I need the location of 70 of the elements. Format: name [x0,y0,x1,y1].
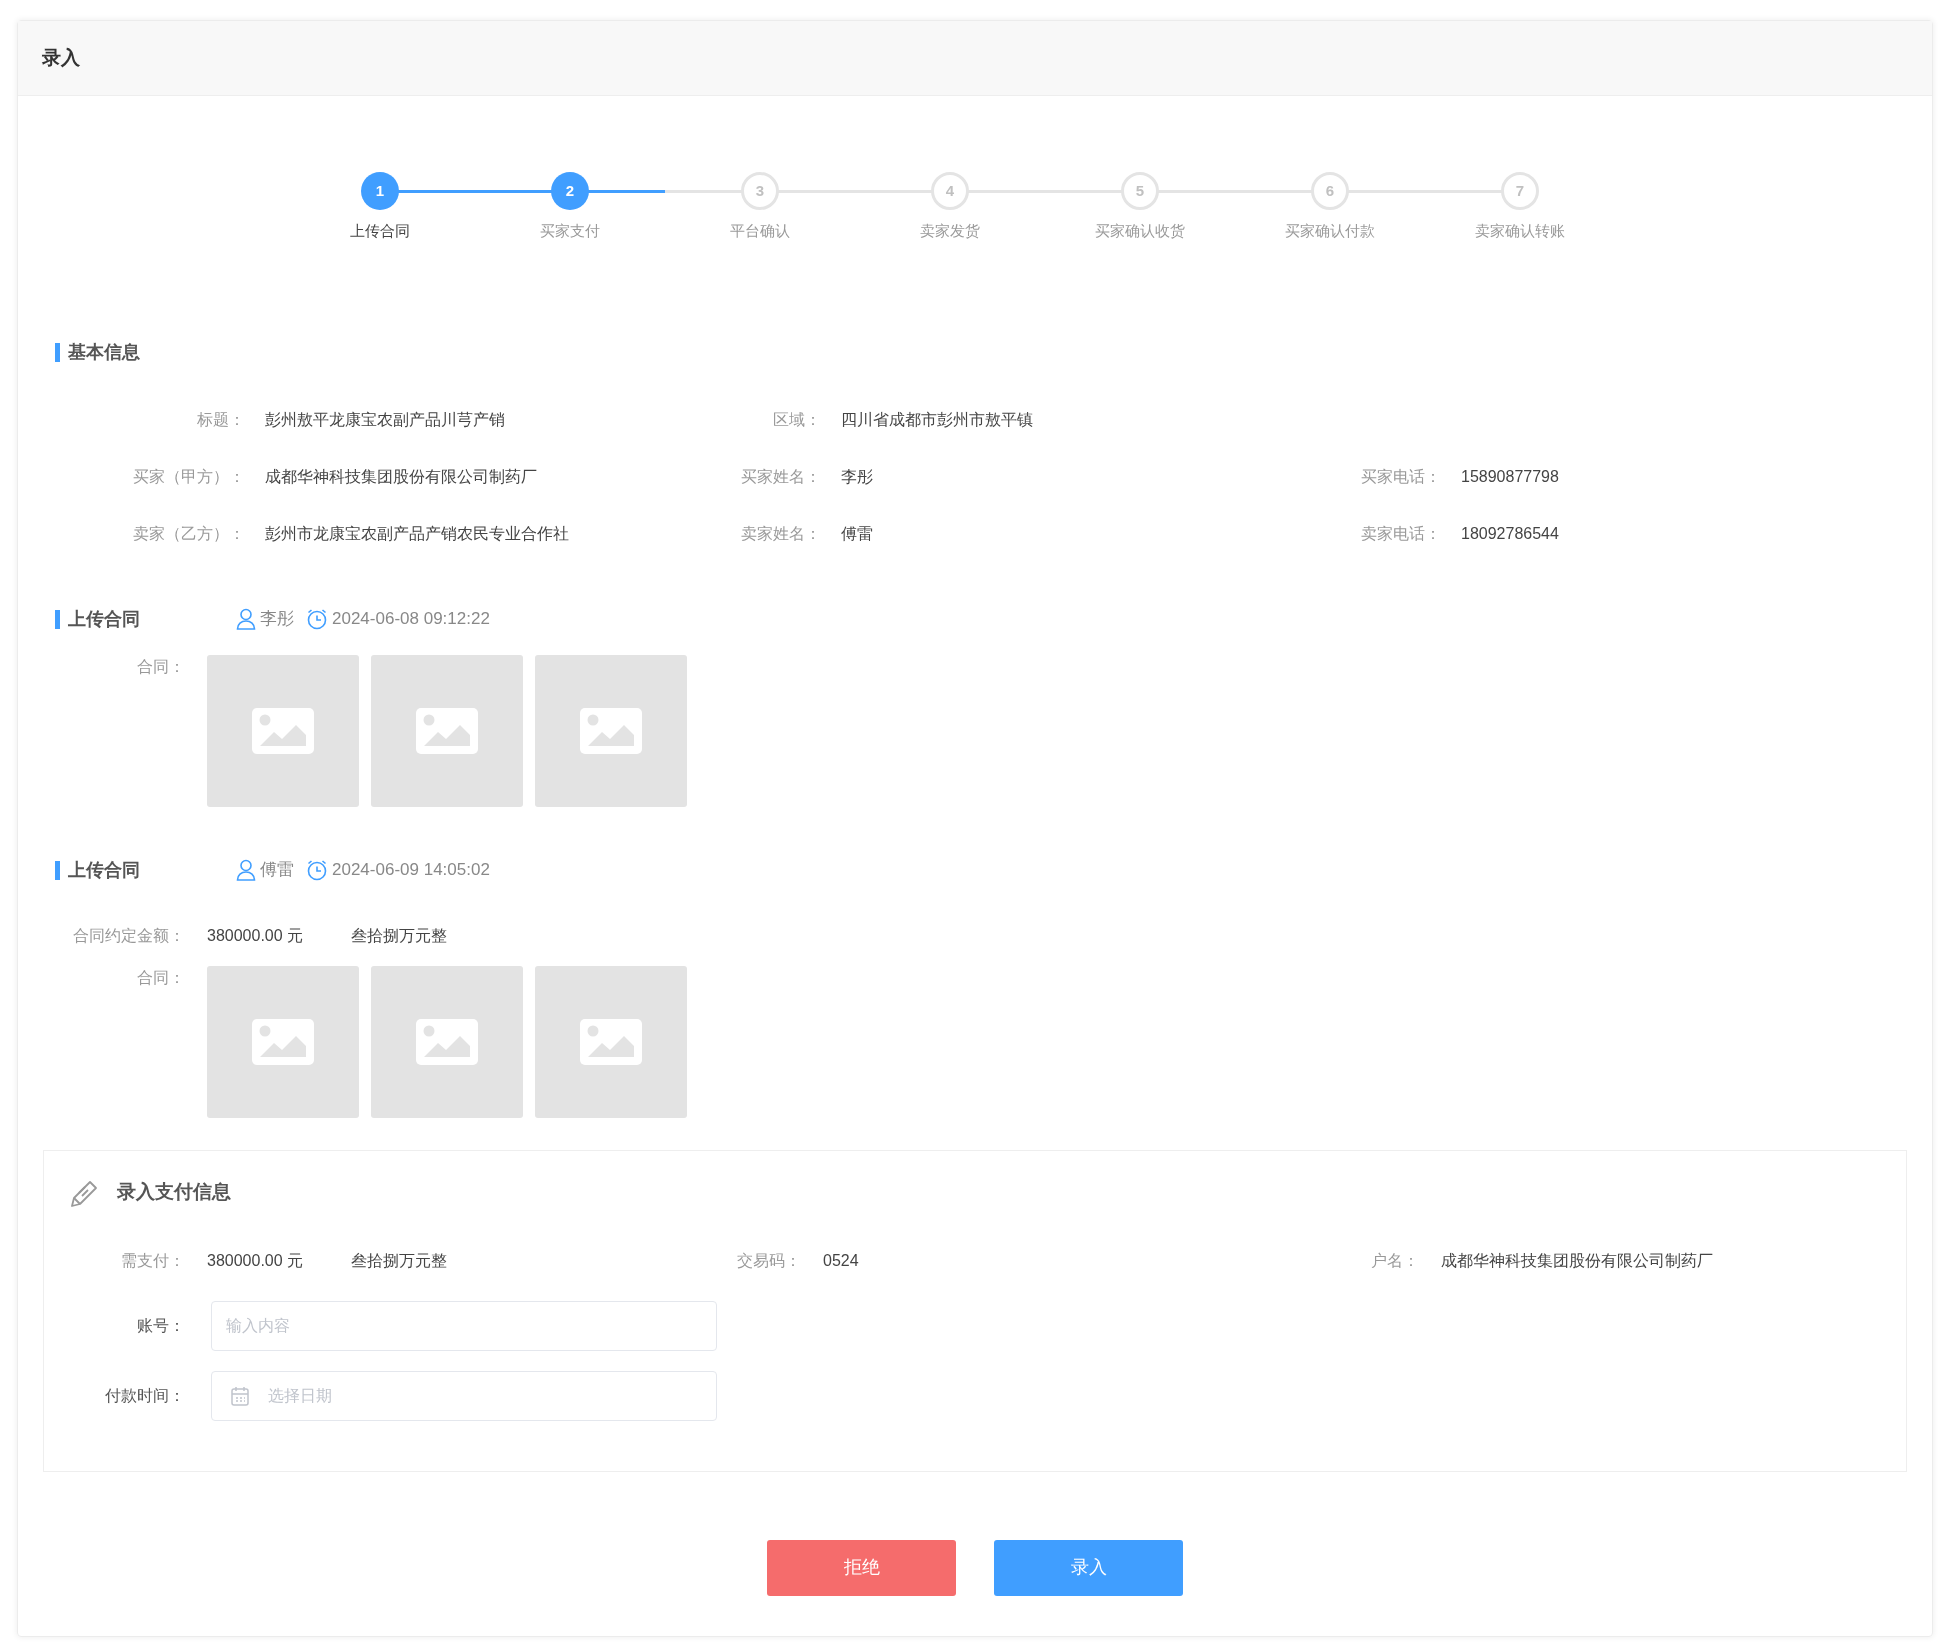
calendar-icon [231,1385,249,1406]
step-label: 买家确认付款 [1285,221,1375,241]
section-title: 上传合同 [68,858,140,882]
image-placeholder[interactable] [535,965,687,1118]
step-label: 上传合同 [350,221,410,241]
field-value: 0524 [823,1250,859,1271]
field-value: 380000.00 元 [207,925,304,946]
field-value: 成都华神科技集团股份有限公司制药厂 [1441,1250,1713,1271]
image-icon [416,707,478,754]
page-title: 录入 [42,45,80,70]
step-label: 买家支付 [540,221,600,241]
uploader-name: 李彤 [260,608,294,631]
field-label: 付款时间： [104,1385,185,1406]
user-icon [236,608,256,630]
step-label: 买家确认收货 [1095,221,1185,241]
reject-button[interactable]: 拒绝 [767,1539,956,1596]
field-value: 成都华神科技集团股份有限公司制药厂 [265,466,537,487]
field-label: 买家电话： [1360,466,1441,487]
upload-time: 2024-06-09 14:05:02 [332,859,490,882]
field-value: 彭州市龙康宝农副产品产销农民专业合作社 [265,523,569,544]
image-icon [416,1018,478,1065]
field-label: 买家（甲方）： [132,466,245,487]
field-label: 账号： [136,1315,185,1336]
submit-button[interactable]: 录入 [994,1539,1183,1596]
field-label: 交易码： [737,1250,801,1271]
image-icon [580,707,642,754]
field-label: 卖家电话： [1360,523,1441,544]
field-value: 18092786544 [1461,523,1559,544]
image-placeholder[interactable] [371,965,523,1118]
field-value: 380000.00 元 [207,1250,304,1271]
field-label: 合同： [136,967,185,988]
field-value: 叁拾捌万元整 [351,1250,448,1271]
image-placeholder[interactable] [207,654,359,807]
image-placeholder[interactable] [207,965,359,1118]
upload-time: 2024-06-08 09:12:22 [332,608,490,631]
image-icon [580,1018,642,1065]
section-title: 录入支付信息 [117,1180,231,1205]
image-placeholder[interactable] [535,654,687,807]
field-label: 卖家姓名： [740,523,821,544]
step-label: 平台确认 [730,221,790,241]
alarm-clock-icon [306,859,328,881]
section-title: 基本信息 [68,340,140,364]
section-marker [55,342,60,362]
field-label: 区域： [772,409,821,430]
image-icon [252,1018,314,1065]
field-label: 标题： [196,409,245,430]
alarm-clock-icon [306,608,328,630]
section-title: 上传合同 [68,607,140,631]
step-label: 卖家发货 [920,221,980,241]
field-value: 叁拾捌万元整 [351,925,448,946]
account-input[interactable]: 输入内容 [211,1300,717,1351]
field-value: 李彤 [841,466,873,487]
field-label: 户名： [1370,1250,1419,1271]
image-icon [252,707,314,754]
user-icon [236,859,256,881]
uploader-name: 傅雷 [260,859,294,882]
section-marker [55,860,60,880]
field-value: 彭州敖平龙康宝农副产品川芎产销 [265,409,505,430]
field-label: 合同约定金额： [72,925,185,946]
date-picker[interactable]: 选择日期 [211,1370,717,1421]
field-label: 卖家（乙方）： [132,523,245,544]
field-value: 15890877798 [1461,466,1559,487]
step-label: 卖家确认转账 [1475,221,1565,241]
image-placeholder[interactable] [371,654,523,807]
field-label: 买家姓名： [740,466,821,487]
field-label: 需支付： [120,1250,185,1271]
field-value: 四川省成都市彭州市敖平镇 [841,409,1033,430]
section-marker [55,609,60,629]
field-label: 合同： [136,656,185,677]
field-value: 傅雷 [841,523,873,544]
